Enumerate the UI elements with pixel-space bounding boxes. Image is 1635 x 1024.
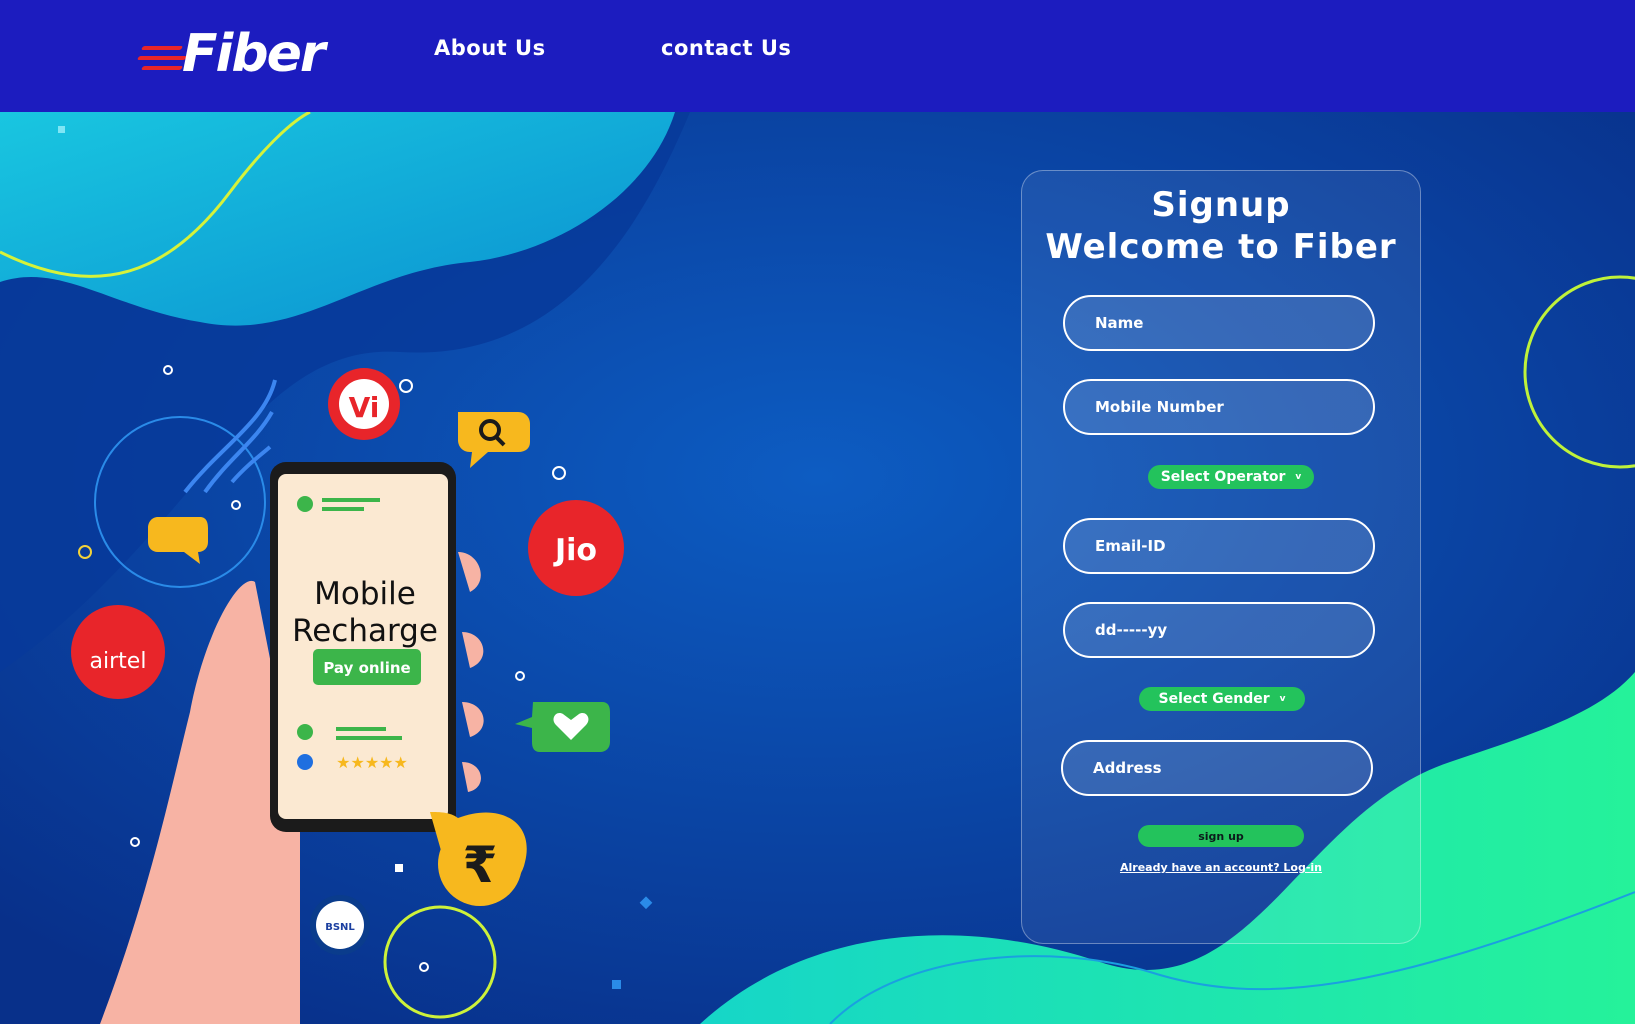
vi-logo-text: Vi — [349, 391, 380, 424]
gender-select[interactable]: Select Gender v — [1139, 687, 1305, 711]
operator-select[interactable]: Select Operator v — [1148, 465, 1314, 489]
bsnl-logo-text: BSNL — [325, 922, 355, 933]
signup-title: Signup — [1151, 185, 1291, 225]
phone-rating-stars: ★★★★★ — [336, 753, 408, 772]
chevron-down-icon: v — [1295, 472, 1302, 482]
mobile-number-input[interactable] — [1063, 379, 1375, 435]
operator-select-label: Select Operator — [1160, 469, 1286, 485]
jio-logo-text: Jio — [553, 533, 597, 568]
phone-pay-online-button: Pay online — [323, 659, 410, 677]
nav-about-us-link[interactable]: About Us — [434, 36, 546, 60]
address-input[interactable] — [1061, 740, 1373, 796]
welcome-title: Welcome to Fiber — [1045, 227, 1397, 267]
phone-title-line1: Mobile — [314, 576, 416, 612]
logo-speed-line — [136, 56, 188, 60]
logo-text: Fiber — [182, 24, 325, 84]
top-navbar: Fiber About Us contact Us — [0, 0, 1635, 112]
rupee-icon: ₹ — [463, 836, 498, 894]
email-input[interactable] — [1063, 518, 1375, 574]
name-input[interactable] — [1063, 295, 1375, 351]
chevron-down-icon: v — [1279, 694, 1286, 704]
fiber-logo[interactable]: Fiber — [136, 24, 342, 84]
phone-title-line2: Recharge — [292, 613, 438, 649]
gender-select-label: Select Gender — [1158, 691, 1270, 707]
mobile-recharge-illustration: Vi Jio airtel BSNL Mobile Recharge Pay o… — [71, 368, 624, 1024]
dob-input[interactable] — [1063, 602, 1375, 658]
login-link[interactable]: Already have an account? Log-in — [1022, 861, 1420, 874]
nav-contact-us-link[interactable]: contact Us — [661, 36, 791, 60]
airtel-logo-text: airtel — [90, 649, 147, 674]
sign-up-button[interactable]: sign up — [1138, 825, 1304, 847]
logo-speed-line — [140, 46, 184, 50]
logo-speed-line — [140, 66, 184, 70]
signup-card: Signup Welcome to Fiber Select Operator … — [1021, 170, 1421, 944]
